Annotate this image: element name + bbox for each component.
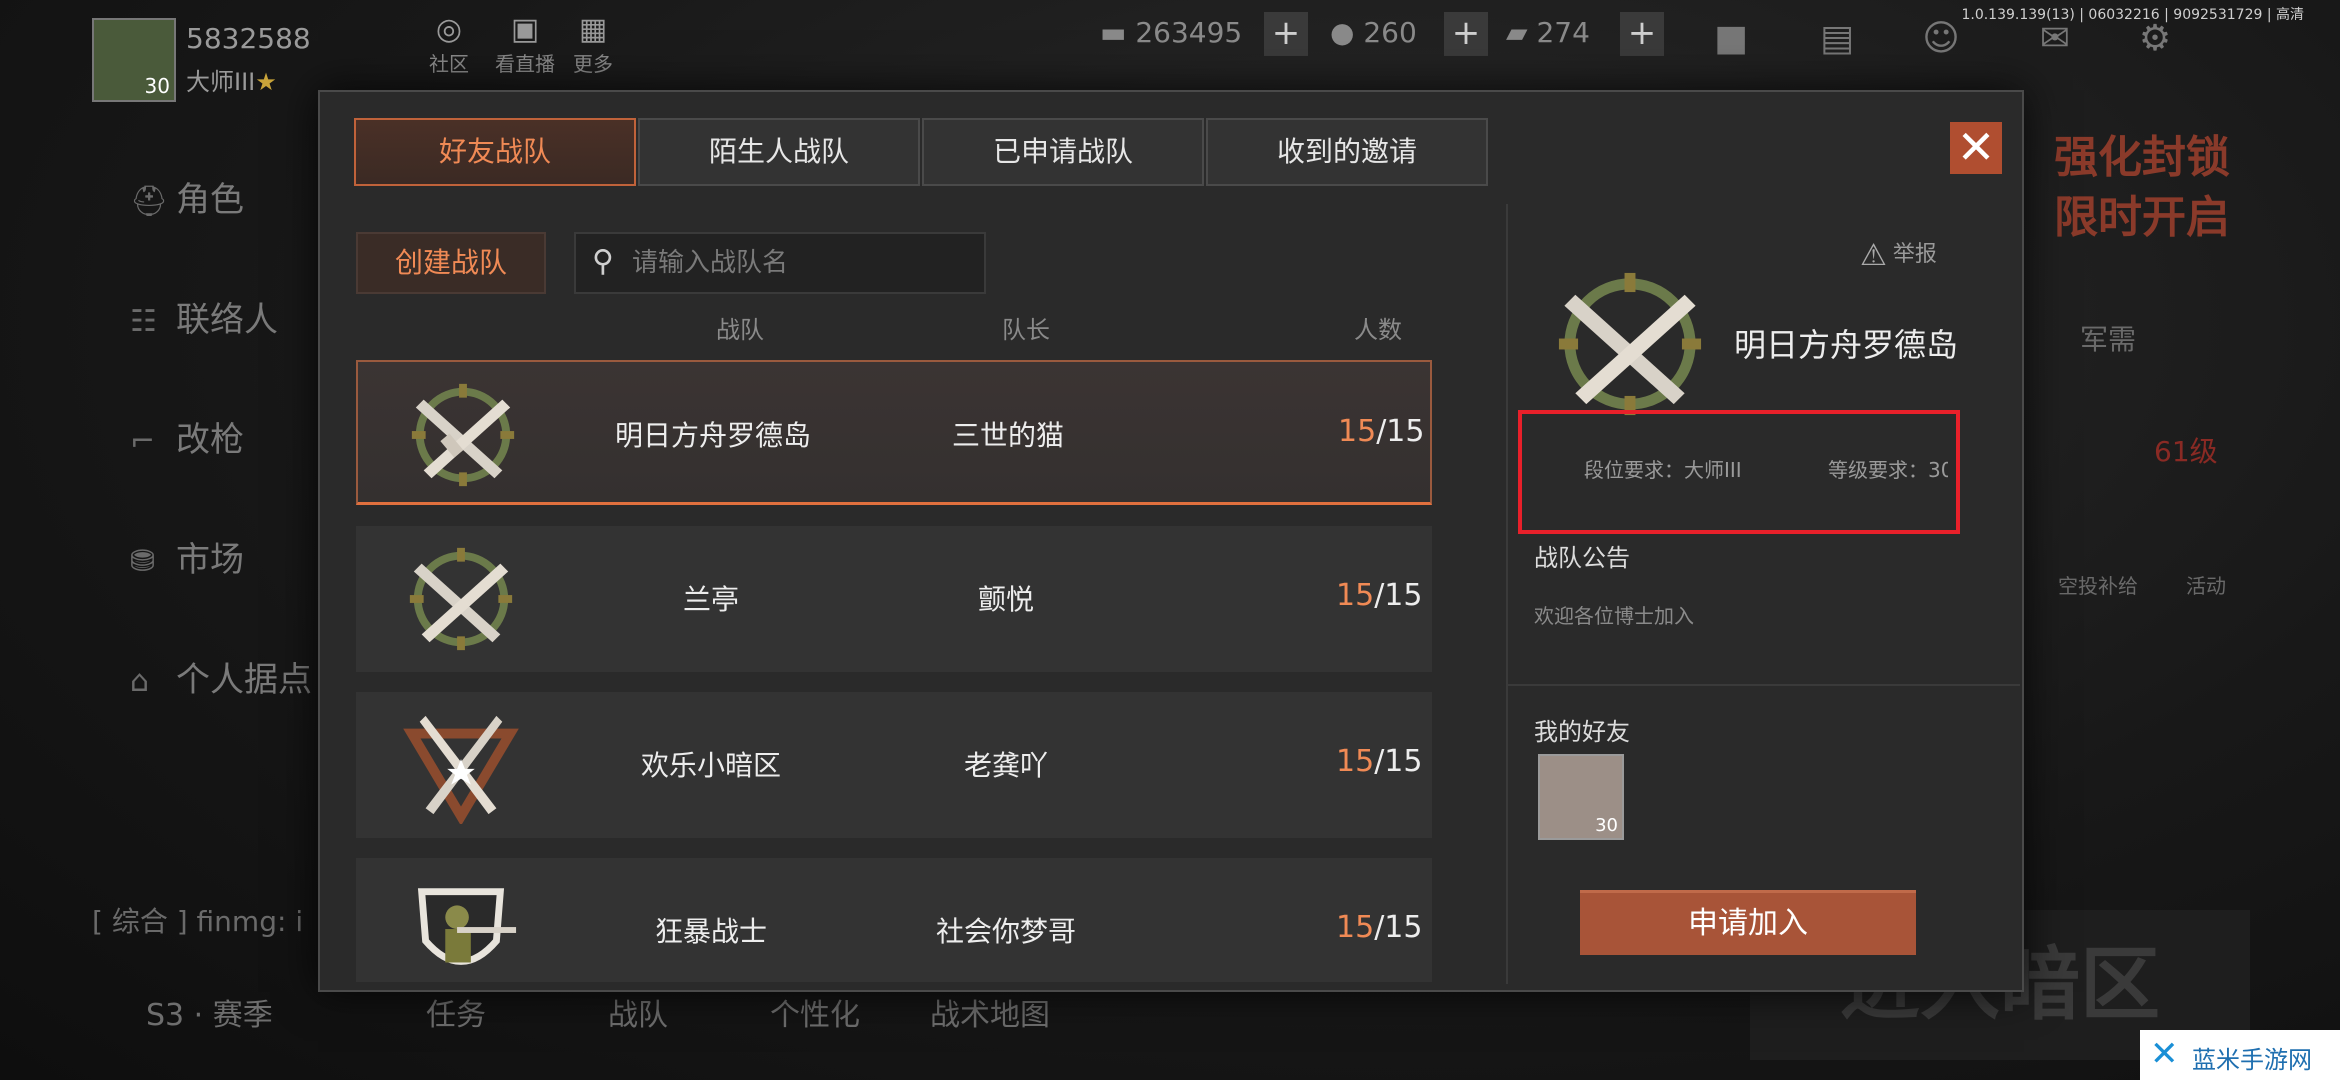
team-count: 15/15 [1336,744,1423,779]
coin-currency: ● 260 [1330,16,1417,49]
tab-personalize[interactable]: 个性化 [770,990,860,1034]
tab-stranger-teams[interactable]: 陌生人战队 [638,118,920,186]
news-icon[interactable]: ▤ [1812,14,1862,64]
selected-team-emblem [1558,272,1702,416]
helmet-icon: ⛑ [130,184,169,219]
selected-team-name: 明日方舟罗德岛 [1734,326,1959,364]
watermark-logo-icon: ✕ [2150,1034,2179,1074]
team-leader: 老龚吖 [963,749,1048,782]
tab-team[interactable]: 战队 [608,990,668,1034]
live-button[interactable]: ▣ 看直播 [490,12,560,77]
soldier-shield-emblem [417,888,517,965]
team-name: 狂暴战士 [654,915,767,948]
team-name: 明日方舟罗德岛 [614,419,811,452]
team-dialog: 好友战队 陌生人战队 已申请战队 收到的邀请 ✕ 创建战队 ⚲ 战队 队长 人数… [318,90,2024,992]
tab-friend-teams[interactable]: 好友战队 [354,118,636,186]
avatar-level: 30 [144,74,170,98]
contacts-icon: ☷ [130,304,157,339]
close-icon[interactable]: ✕ [1950,122,2002,174]
cash-currency: ▬ 263495 [1100,16,1243,49]
tab-invitations[interactable]: 收到的邀请 [1206,118,1488,186]
watermark: ✕ 蓝米手游网 [2140,1030,2340,1080]
gold-bar-icon: ▰ [1506,16,1537,49]
col-leader: 队长 [1002,316,1050,344]
tab-season[interactable]: S3 · 赛季 [146,990,273,1034]
col-count: 人数 [1354,316,1402,344]
military-supply-label[interactable]: 军需 [2080,318,2136,358]
tab-applied-teams[interactable]: 已申请战队 [922,118,1204,186]
player-uid: 5832588 [186,22,311,55]
nav-gunsmith[interactable]: ⌐ 改枪 [130,412,244,461]
team-row[interactable]: 欢乐小暗区 老龚吖 15/15 [356,692,1432,838]
friends-title: 我的好友 [1534,718,1630,746]
nav-character[interactable]: ⛑ 角色 [130,172,244,221]
player-avatar[interactable]: 30 [92,18,176,102]
team-search: ⚲ [574,232,986,294]
nav-personal-base[interactable]: ⌂ 个人据点 [130,652,312,701]
warning-icon: ⚠ [1860,237,1887,273]
team-row[interactable]: 明日方舟罗德岛 三世的猫 15/15 [356,360,1432,505]
team-row[interactable]: 兰亭 颤悦 15/15 [356,526,1432,672]
nav-contacts[interactable]: ☷ 联络人 [130,292,278,341]
friend-avatar[interactable]: 30 [1538,754,1624,840]
cash-icon: ▬ [1100,16,1136,49]
col-team: 战队 [716,316,764,344]
notice-text: 欢迎各位博士加入 [1534,604,1694,628]
team-row[interactable]: 狂暴战士 社会你梦哥 15/15 [356,858,1432,982]
apply-join-button[interactable]: 申请加入 [1580,890,1916,955]
team-count: 15/15 [1336,910,1423,945]
tab-tasks[interactable]: 任务 [426,990,486,1034]
community-button[interactable]: ◎ 社区 [414,12,484,77]
highlight-box [1518,410,1960,534]
team-name: 欢乐小暗区 [640,749,781,782]
version-info: 1.0.139.139(13) | 06032216 | 9092531729 … [1961,7,2304,23]
airdrop-label[interactable]: 空投补给 [2058,570,2138,599]
nav-market[interactable]: ⛃ 市场 [130,532,244,581]
friend-level: 30 [1595,815,1618,836]
activity-label[interactable]: 活动 [2186,570,2226,599]
team-leader: 颤悦 [977,583,1034,616]
create-team-button[interactable]: 创建战队 [356,232,546,294]
rifle-crosshair-emblem [409,547,513,651]
base-icon: ⌂ [130,664,150,699]
panel-divider [1506,204,1508,984]
rank-star-icon: ★ [255,68,277,96]
video-icon[interactable]: ■ [1706,14,1756,64]
more-button[interactable]: ▦ 更多 [558,12,628,77]
tab-tactical-map[interactable]: 战术地图 [930,990,1050,1034]
coin-icon: ● [1330,16,1364,49]
team-leader: 社会你梦哥 [935,915,1076,948]
top-bar: 30 5832588 大师III★ ◎ 社区 ▣ 看直播 ▦ 更多 ▬ 263495 … [0,0,2340,102]
report-button[interactable]: ⚠ 举报 [1860,236,1937,273]
market-coins-icon: ⛃ [130,544,156,579]
team-count: 15/15 [1338,414,1425,449]
level-label: 61级 [2154,435,2218,468]
team-search-input[interactable] [630,242,974,284]
knives-triangle-emblem [403,715,519,824]
player-rank: 大师III★ [186,68,277,96]
notice-title: 战队公告 [1534,544,1630,572]
team-name: 兰亭 [682,583,739,616]
friends-icon[interactable]: ☺ [1916,14,1966,64]
event-banner[interactable]: 强化封锁 限时开启 [2010,128,2230,268]
chat-line[interactable]: [ 综合 ] finmg: i [92,900,303,940]
live-tv-icon: ▣ [510,12,540,47]
team-count: 15/15 [1336,578,1423,613]
pistol-icon: ⌐ [130,424,156,459]
bottom-tabs: S3 · 赛季 任务 战队 个性化 战术地图 [90,990,1090,1046]
gold-currency: ▰ 274 [1506,16,1590,49]
gold-add-button[interactable]: + [1620,12,1664,56]
search-icon: ⚲ [592,244,614,279]
rifle-crosshair-emblem [411,383,515,487]
community-icon: ◎ [435,12,463,47]
section-divider [1508,684,2020,686]
team-leader: 三世的猫 [951,419,1064,452]
cash-add-button[interactable]: + [1264,12,1308,56]
coin-add-button[interactable]: + [1444,12,1488,56]
more-grid-icon: ▦ [578,12,608,47]
